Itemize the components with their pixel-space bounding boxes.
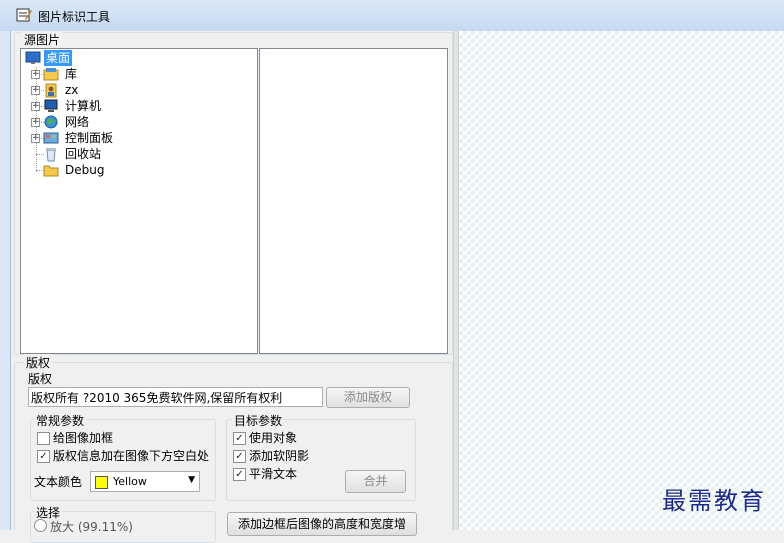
recycle-bin-icon — [46, 148, 56, 162]
tree-item-label: 计算机 — [65, 99, 102, 113]
desktop-icon — [25, 51, 41, 64]
expand-icon[interactable]: + — [31, 70, 40, 79]
expand-icon[interactable]: + — [31, 102, 40, 111]
tree-item-label: 回收站 — [65, 147, 102, 161]
watermark-text: 最需教育 — [662, 487, 766, 515]
add-frame-label: 给图像加框 — [53, 431, 114, 445]
expand-icon[interactable]: + — [31, 86, 40, 95]
title-bar: 图片标识工具 — [0, 0, 784, 32]
zoom-option-label: 放大 (99.11%) — [50, 520, 133, 534]
expand-icon[interactable]: + — [31, 118, 40, 127]
control-panel-icon — [43, 132, 59, 144]
copyright-label: 版权 — [28, 372, 53, 386]
color-swatch — [95, 476, 108, 489]
copyright-text-input[interactable]: 版权所有 ?2010 365免费软件网,保留所有权利 — [28, 387, 323, 407]
text-color-select[interactable]: Yellow ▼ — [90, 471, 200, 492]
general-params-legend: 常规参数 — [34, 412, 87, 429]
text-color-value: Yellow — [113, 475, 147, 488]
use-object-label: 使用对象 — [249, 431, 298, 445]
add-copyright-button[interactable]: 添加版权 — [326, 387, 410, 408]
user-folder-icon — [45, 83, 57, 98]
window-title: 图片标识工具 — [38, 10, 111, 24]
file-list[interactable] — [259, 48, 448, 354]
tree-item-label: 网络 — [65, 115, 90, 129]
merge-button[interactable]: 合并 — [345, 470, 406, 493]
place-below-label: 版权信息加在图像下方空白处 — [53, 449, 210, 463]
border-size-button[interactable]: 添加边框后图像的高度和宽度增 — [227, 512, 417, 536]
expand-icon[interactable]: + — [31, 134, 40, 143]
tree-item-label: Debug — [65, 163, 105, 177]
check-icon[interactable]: ✓ — [233, 468, 246, 481]
target-params-legend: 目标参数 — [232, 412, 285, 429]
chevron-down-icon: ▼ — [188, 475, 195, 485]
copyright-legend: 版权 — [24, 354, 53, 371]
image-tool-icon — [16, 8, 32, 22]
tree-item-label: 库 — [65, 67, 78, 81]
network-icon — [44, 115, 58, 129]
check-icon[interactable]: ✓ — [233, 432, 246, 445]
computer-icon — [44, 99, 58, 112]
tree-item-label: 桌面 — [44, 50, 73, 66]
folder-tree[interactable]: 桌面 + 库 + zx + 计算机 + 网络 + 控制面板 回收站 Debug — [20, 48, 258, 354]
tree-item-label: 控制面板 — [65, 131, 114, 145]
library-icon — [43, 68, 59, 81]
checkbox-box[interactable] — [37, 432, 50, 445]
folder-icon — [43, 165, 59, 177]
check-icon[interactable]: ✓ — [37, 450, 50, 463]
tree-item-label: zx — [65, 83, 79, 97]
zoom-radio[interactable] — [34, 519, 47, 532]
smooth-text-label: 平滑文本 — [249, 467, 298, 481]
image-preview-canvas[interactable] — [459, 31, 784, 530]
add-shadow-label: 添加软阴影 — [249, 449, 310, 463]
text-color-label: 文本颜色 — [34, 475, 83, 489]
source-images-legend: 源图片 — [22, 31, 63, 48]
check-icon[interactable]: ✓ — [233, 450, 246, 463]
window-left-border — [0, 31, 11, 530]
